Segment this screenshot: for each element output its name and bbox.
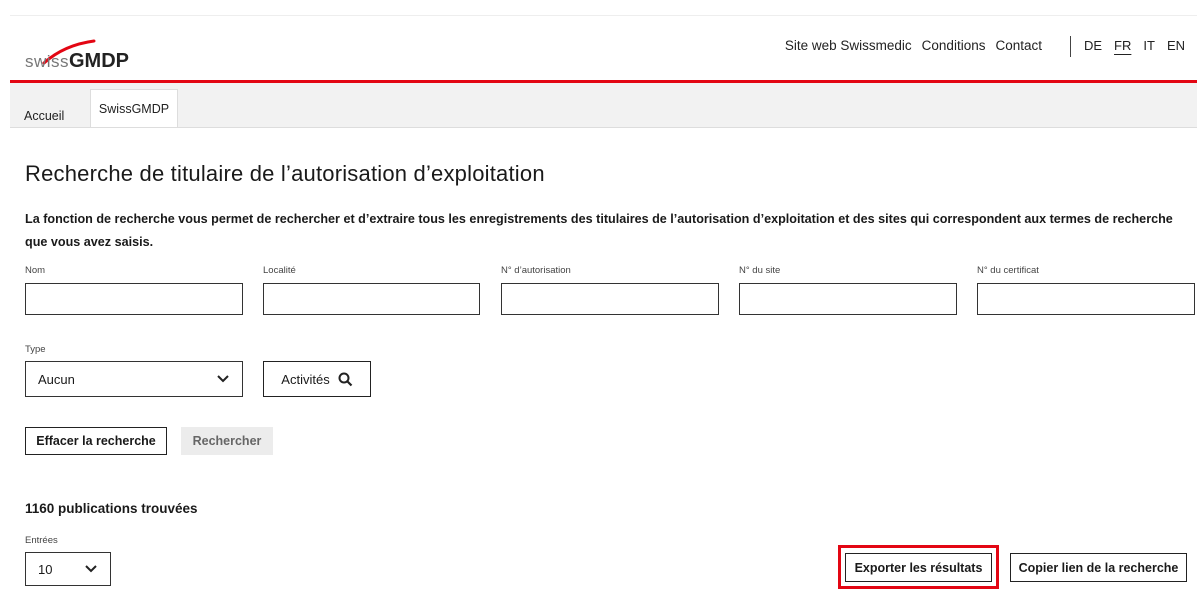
page-title: Recherche de titulaire de l’autorisation… <box>25 161 545 186</box>
breadcrumb-current-label: SwissGMDP <box>98 101 170 116</box>
copy-search-link-button[interactable]: Copier lien de la recherche <box>1010 553 1187 582</box>
breadcrumb-home[interactable]: Accueil <box>24 109 64 123</box>
site-label: N° du site <box>739 265 781 276</box>
nav-swissmedic-website[interactable]: Site web Swissmedic <box>785 38 912 53</box>
certificat-input[interactable] <box>977 283 1195 315</box>
export-results-button[interactable]: Exporter les résultats <box>845 553 992 582</box>
page-intro: La fonction de recherche vous permet de … <box>25 212 1173 249</box>
entries-label: Entrées <box>25 535 58 546</box>
autorisation-label: N° d’autorisation <box>501 265 571 276</box>
nav-conditions[interactable]: Conditions <box>922 38 986 53</box>
search-button-label: Rechercher <box>192 434 262 448</box>
language-divider <box>1070 36 1071 57</box>
entries-select[interactable]: 10 <box>25 552 111 586</box>
activities-label: Activités <box>281 371 330 387</box>
site-header: swiss GMDP Site web Swissmedic Condition… <box>10 16 1197 83</box>
lang-en[interactable]: EN <box>1167 38 1185 53</box>
type-select-value: Aucun <box>38 371 75 387</box>
search-button[interactable]: Rechercher <box>181 427 273 455</box>
lang-fr[interactable]: FR <box>1114 38 1131 53</box>
clear-search-button[interactable]: Effacer la recherche <box>25 427 167 455</box>
localite-label: Localité <box>263 265 296 276</box>
breadcrumb-current[interactable]: SwissGMDP <box>90 89 178 127</box>
type-select[interactable]: Aucun <box>25 361 243 397</box>
lang-de[interactable]: DE <box>1084 38 1102 53</box>
localite-input[interactable] <box>263 283 480 315</box>
chevron-down-icon <box>217 375 229 383</box>
entries-select-value: 10 <box>38 561 53 577</box>
page: swiss GMDP Site web Swissmedic Condition… <box>10 16 1197 594</box>
logo-name: GMDP <box>69 50 129 72</box>
nav-contact[interactable]: Contact <box>995 38 1042 53</box>
top-navigation: Site web Swissmedic Conditions Contact <box>785 38 1042 53</box>
site-input[interactable] <box>739 283 957 315</box>
language-switcher: DE FR IT EN <box>1084 38 1185 53</box>
autorisation-input[interactable] <box>501 283 719 315</box>
nom-input[interactable] <box>25 283 243 315</box>
copy-search-link-label: Copier lien de la recherche <box>1018 560 1179 575</box>
certificat-label: N° du certificat <box>977 265 1039 276</box>
nom-label: Nom <box>25 265 46 276</box>
clear-search-label: Effacer la recherche <box>36 434 156 448</box>
search-icon <box>338 372 352 386</box>
breadcrumb: Accueil SwissGMDP <box>10 83 1197 128</box>
activities-button[interactable]: Activités <box>263 361 371 397</box>
logo-prefix: swiss <box>25 52 70 71</box>
chevron-down-icon <box>85 565 97 573</box>
type-label: Type <box>25 344 46 355</box>
swissgmdp-logo[interactable]: swiss GMDP <box>25 39 155 73</box>
results-count: 1160 publications trouvées <box>25 501 198 516</box>
export-results-label: Exporter les résultats <box>854 560 983 575</box>
lang-it[interactable]: IT <box>1143 38 1155 53</box>
